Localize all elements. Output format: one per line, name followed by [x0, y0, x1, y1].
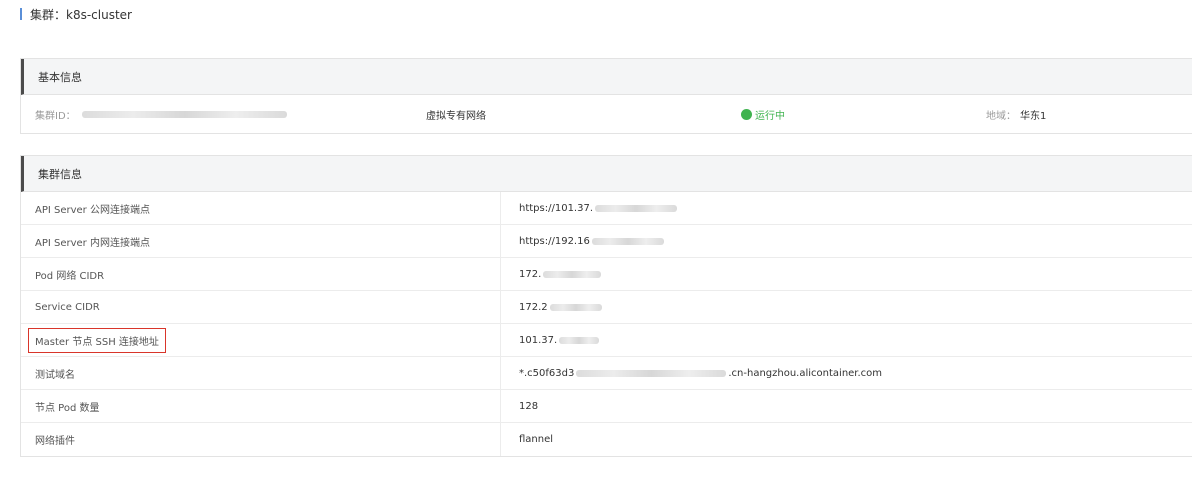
- table-row: Pod 网络 CIDR 172.: [21, 258, 1192, 291]
- table-row: 测试域名 *.c50f63d3 .cn-hangzhou.alicontaine…: [21, 357, 1192, 390]
- row-value: https://101.37.: [501, 192, 1192, 224]
- row-value: 172.: [501, 258, 1192, 290]
- status-cell: 运行中: [741, 95, 986, 133]
- row-label: API Server 公网连接端点: [21, 192, 501, 224]
- status-text: 运行中: [755, 110, 785, 122]
- basic-info-heading: 基本信息: [21, 59, 1192, 95]
- redacted-text: [576, 369, 727, 377]
- table-row: 节点 Pod 数量 128: [21, 390, 1192, 423]
- row-label: 节点 Pod 数量: [21, 390, 501, 422]
- test-domain-suffix: .cn-hangzhou.alicontainer.com: [728, 367, 883, 379]
- row-value: https://192.16: [501, 225, 1192, 257]
- row-label: Service CIDR: [21, 291, 501, 323]
- basic-info-row: 集群ID： 虚拟专有网络 运行中 地域： 华东1: [21, 95, 1192, 133]
- region-value: 华东1: [1020, 110, 1047, 122]
- table-row: Master 节点 SSH 连接地址 101.37.: [21, 324, 1192, 357]
- table-row: API Server 内网连接端点 https://192.16: [21, 225, 1192, 258]
- pod-count-value: 128: [519, 400, 539, 412]
- row-label: Master 节点 SSH 连接地址: [21, 324, 501, 356]
- network-type-cell: 虚拟专有网络: [426, 95, 741, 133]
- row-value: *.c50f63d3 .cn-hangzhou.alicontainer.com: [501, 357, 1192, 389]
- cluster-id-redacted: [81, 110, 287, 118]
- region-label: 地域：: [986, 110, 1016, 122]
- network-plugin-value: flannel: [519, 434, 554, 445]
- pod-cidr-value: 172.: [519, 268, 542, 280]
- network-type: 虚拟专有网络: [426, 110, 486, 122]
- row-label: 网络插件: [21, 423, 501, 456]
- row-label: API Server 内网连接端点: [21, 225, 501, 257]
- status-dot-icon: [741, 108, 752, 120]
- private-endpoint-value: https://192.16: [519, 235, 590, 247]
- row-value: flannel: [501, 423, 1192, 456]
- table-row: API Server 公网连接端点 https://101.37.: [21, 192, 1192, 225]
- redacted-text: [559, 336, 600, 344]
- cluster-id-cell: 集群ID：: [21, 95, 426, 133]
- master-ssh-value: 101.37.: [519, 334, 558, 346]
- public-endpoint-value: https://101.37.: [519, 202, 594, 214]
- page-title: 集群：k8s-cluster: [20, 6, 132, 22]
- cluster-info-panel: 集群信息 API Server 公网连接端点 https://101.37. A…: [20, 155, 1192, 457]
- redacted-text: [595, 204, 678, 212]
- row-label: Pod 网络 CIDR: [21, 258, 501, 290]
- row-label: 测试域名: [21, 357, 501, 389]
- test-domain-prefix: *.c50f63d3: [519, 367, 575, 379]
- table-row: Service CIDR 172.2: [21, 291, 1192, 324]
- redacted-text: [549, 303, 602, 311]
- table-row: 网络插件 flannel: [21, 423, 1192, 456]
- page-title-text: 集群：k8s-cluster: [30, 7, 132, 22]
- cluster-id-label: 集群ID：: [35, 110, 76, 122]
- redacted-text: [591, 237, 664, 245]
- basic-info-panel: 基本信息 集群ID： 虚拟专有网络 运行中 地域： 华东1: [20, 58, 1192, 134]
- service-cidr-value: 172.2: [519, 301, 548, 313]
- highlight-box: Master 节点 SSH 连接地址: [28, 327, 166, 353]
- redacted-text: [543, 270, 602, 278]
- region-cell: 地域： 华东1: [986, 95, 1192, 133]
- row-value: 128: [501, 390, 1192, 422]
- row-value: 101.37.: [501, 324, 1192, 356]
- cluster-info-heading: 集群信息: [21, 156, 1192, 192]
- row-value: 172.2: [501, 291, 1192, 323]
- title-accent-bar: [20, 8, 22, 20]
